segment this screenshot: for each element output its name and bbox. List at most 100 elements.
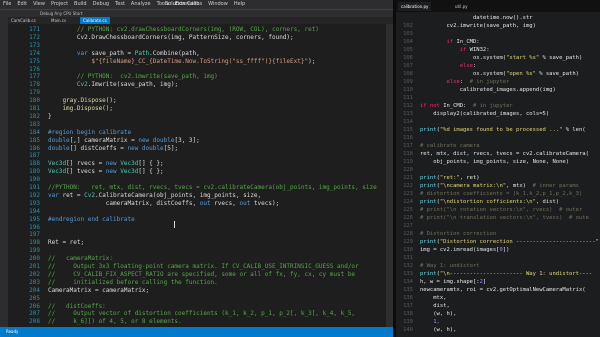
- vs-line-number: 200: [29, 255, 40, 263]
- vs-line-number: 195: [29, 215, 40, 223]
- side-tool-strip[interactable]: [0, 17, 8, 327]
- code-token: Vec3d: [48, 168, 67, 176]
- vs-code-line: //PYTHON: ret, mtx, dist, rvecs, tvecs =…: [48, 184, 377, 192]
- py-line-number: 130: [403, 247, 413, 253]
- code-token: # inner params: [532, 183, 579, 189]
- vs-line-number: 179: [29, 89, 40, 97]
- menu-item-analyze[interactable]: Analyze: [128, 1, 154, 7]
- code-token: print: [420, 183, 437, 189]
- menu-item-project[interactable]: Project: [48, 1, 71, 7]
- py-line-number: 104: [403, 39, 413, 45]
- vs-code-line: double[] distCoeffs = new double[5];: [48, 145, 178, 153]
- code-token: mtx,: [420, 295, 447, 301]
- py-code-line: 1,: [420, 318, 440, 326]
- code-editor[interactable]: // PYTHON: cv2.drawChessboardCorners(img…: [48, 24, 386, 327]
- tab-calibrate-active[interactable]: Calibrate.cs: [80, 17, 110, 24]
- code-token: Cv2: [84, 191, 95, 199]
- code-token: .Imwrite(save_path, img);: [87, 81, 179, 89]
- vs-code-line: Vec3d[] tvecs = new Vec3d[] { };: [48, 168, 164, 176]
- py-code-line: h, w = img.shape[:2]: [420, 278, 486, 286]
- tab-util-py[interactable]: util.py: [452, 2, 471, 11]
- tab-camcalib[interactable]: CamCalib.cs: [8, 17, 39, 24]
- code-token: // cameraMatrix:: [48, 255, 114, 263]
- vs-line-number: 181: [29, 105, 40, 112]
- vs-line-number: 172: [29, 33, 40, 41]
- vs-code-line: $"{fileName}_CC_{DateTime.Now.ToString("…: [48, 58, 315, 66]
- vs-line-number: 183: [29, 120, 40, 128]
- python-line-gutter: 102 103 104 105 106 107 108 109 110 111 112 113 114 1…: [396, 12, 416, 337]
- py-line-number: 111: [403, 95, 413, 101]
- menu-item-debug[interactable]: Debug: [90, 1, 112, 7]
- py-line-number: 140: [403, 327, 413, 333]
- toolbar-run-config[interactable]: Debug Any CPU Start: [0, 11, 83, 16]
- py-code-line: datetime.now().str: [420, 14, 533, 22]
- py-line-number: 103: [403, 31, 413, 37]
- code-token: [] { };: [138, 160, 164, 168]
- vs-line-number: 203: [29, 278, 40, 286]
- menu-item-window[interactable]: Window: [205, 1, 231, 7]
- code-token: Vec3d: [120, 168, 139, 176]
- vs-code-line: }: [48, 113, 52, 121]
- vs-code-line: #region begin calibrate: [48, 129, 131, 137]
- py-line-number: 136: [403, 295, 413, 301]
- menu-item-file[interactable]: File: [0, 1, 14, 7]
- code-token: obj_points, img_points, size, None, None…: [420, 159, 570, 165]
- menu-item-view[interactable]: View: [30, 1, 48, 7]
- python-code-editor[interactable]: datetime.now().str cv2.imwrite(save_path…: [420, 12, 600, 337]
- tab-main[interactable]: Main.cs: [48, 17, 69, 24]
- py-code-line: calibrated_images.append(img): [420, 86, 556, 94]
- menu-item-help[interactable]: Help: [231, 1, 248, 7]
- code-token: % len(: [562, 127, 586, 133]
- code-token: // k_6]]) of 4, 5, or 8 elements.: [48, 318, 182, 326]
- py-line-number: 133: [403, 271, 413, 277]
- py-line-number: 106: [403, 55, 413, 61]
- py-code-line: # print("\n translation vectors:\n", tve…: [420, 214, 589, 222]
- vs-line-number: 188: [29, 160, 40, 168]
- code-token: }: [48, 112, 52, 120]
- vertical-scrollbar[interactable]: [386, 24, 393, 327]
- py-code-line: print("\ndistortion cofficients:\n", dis…: [420, 198, 559, 206]
- py-code-line: img = cv2.imread(images[0]): [420, 246, 509, 254]
- py-line-number: 105: [403, 47, 413, 53]
- py-code-line: # distortion coefficients = (k_1,k_2,p_1…: [420, 190, 582, 198]
- vs-line-number: 201: [29, 263, 40, 270]
- vs-code-line: // PYTHON: cv2.imwrite(save_path, img): [48, 73, 218, 81]
- py-line-number: 132: [403, 263, 413, 269]
- py-code-line: mtx,: [420, 294, 447, 302]
- code-token: calibrated_images.append(img): [420, 87, 556, 93]
- vs-code-line: // CV_CALIB_FIX_ASPECT_RATIO are specifi…: [48, 271, 355, 279]
- code-token: .CalibrateCamera(obj_points, img_points,…: [94, 191, 262, 199]
- menu-item-test[interactable]: Test: [112, 1, 128, 7]
- menu-bar: File Edit View Project Build Debug Test Analyze…: [0, 0, 393, 9]
- vs-line-number: 205: [29, 294, 40, 302]
- menu-item-build[interactable]: Build: [71, 1, 90, 7]
- vs-code-line: var ret = Cv2.CalibrateCamera(obj_points…: [48, 192, 261, 200]
- py-code-line: # Way 1: undistort: [420, 262, 480, 270]
- vs-line-number: 194: [29, 207, 40, 215]
- code-token: :: [472, 63, 477, 69]
- code-token: "start %s": [506, 55, 540, 61]
- py-line-number: 138: [403, 311, 413, 317]
- code-token: [] distCoeffs =: [69, 144, 128, 152]
- vs-line-number: 204: [29, 286, 40, 294]
- code-token: # distortion coefficients = (k_1,k_2,p_1…: [420, 191, 583, 197]
- py-line-number: 127: [403, 223, 413, 229]
- py-line-number: 119: [403, 159, 413, 165]
- vs-line-number: 176: [29, 65, 40, 73]
- vs-code-line: // PYTHON: cv2.drawChessboardCorners(img…: [48, 26, 319, 34]
- code-token: Cv2.DrawChessboardCorners(img, PatternSi…: [48, 33, 294, 41]
- menu-item-edit[interactable]: Edit: [14, 1, 30, 7]
- code-token: img.Dispose();: [48, 105, 114, 112]
- tab-calibration-py[interactable]: calibration.py: [398, 2, 432, 11]
- vs-line-number: 174: [29, 49, 40, 57]
- code-token: (w, h),: [420, 311, 457, 317]
- py-code-line: newcameramtx, roi = cv2.getOptimalNewCam…: [420, 286, 586, 294]
- python-editor-window: calibration.py util.py 102 103 104 105 106 10…: [396, 0, 600, 337]
- visual-studio-window: File Edit View Project Build Debug Test Analyze…: [0, 0, 393, 337]
- vs-code-line: // k_6]]) of 4, 5, or 8 elements.: [48, 318, 182, 326]
- vs-line-number: 175: [29, 57, 40, 65]
- py-code-line: if In_CMD:: [420, 38, 479, 46]
- py-line-number: 126: [403, 215, 413, 221]
- vs-line-number: 180: [29, 97, 40, 105]
- code-token: new double: [127, 144, 164, 152]
